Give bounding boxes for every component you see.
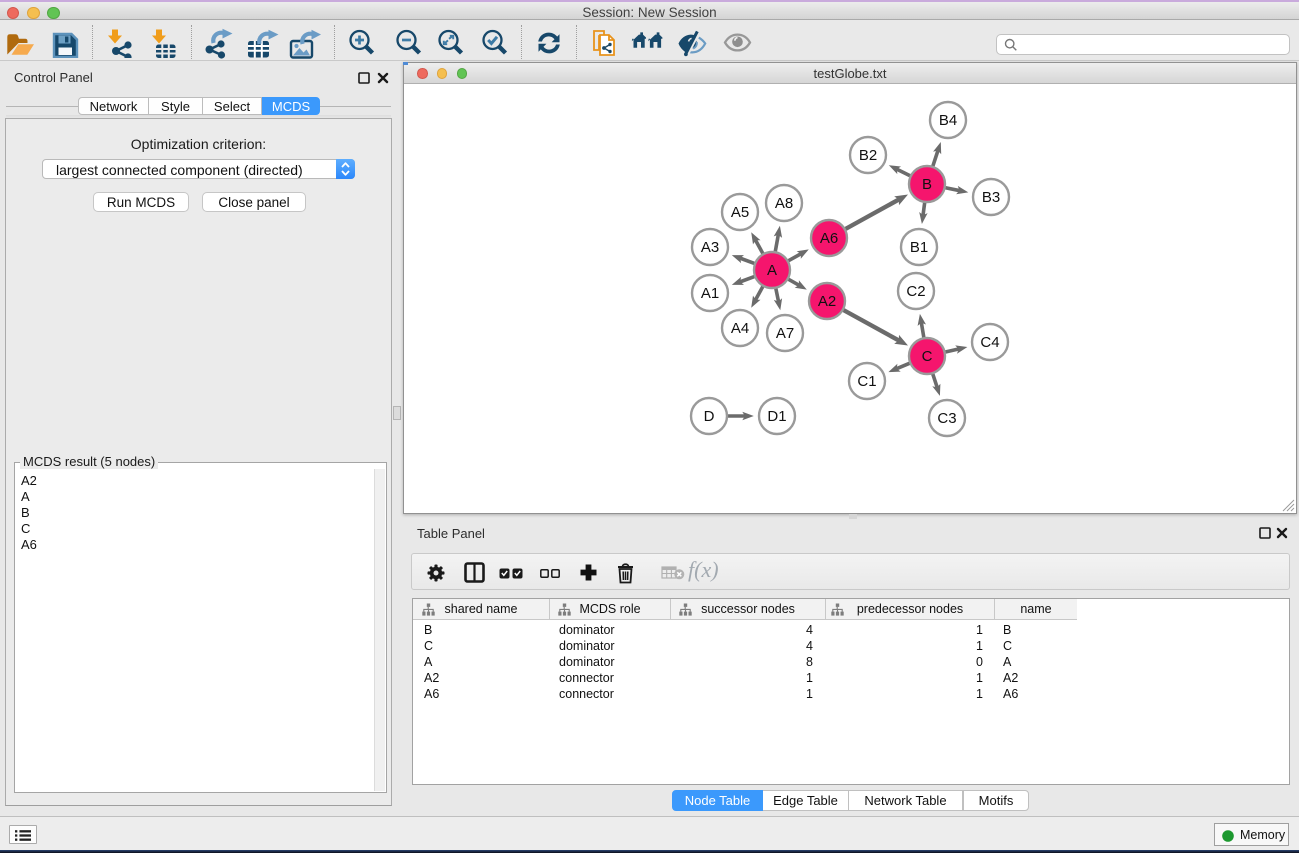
- svg-text:C2: C2: [906, 283, 925, 300]
- svg-text:A2: A2: [818, 293, 836, 310]
- svg-text:C: C: [922, 348, 933, 365]
- svg-text:C3: C3: [937, 410, 956, 427]
- svg-text:B2: B2: [859, 147, 877, 164]
- svg-text:C1: C1: [857, 373, 876, 390]
- svg-text:A8: A8: [775, 195, 793, 212]
- svg-text:C4: C4: [980, 334, 999, 351]
- svg-text:A: A: [767, 262, 777, 279]
- svg-text:A4: A4: [731, 320, 749, 337]
- svg-text:B1: B1: [910, 239, 928, 256]
- svg-text:D: D: [704, 408, 715, 425]
- svg-text:B: B: [922, 176, 932, 193]
- svg-text:A7: A7: [776, 325, 794, 342]
- svg-text:B4: B4: [939, 112, 957, 129]
- svg-text:A1: A1: [701, 285, 719, 302]
- svg-text:A5: A5: [731, 204, 749, 221]
- svg-text:B3: B3: [982, 189, 1000, 206]
- svg-text:D1: D1: [767, 408, 786, 425]
- svg-text:A3: A3: [701, 239, 719, 256]
- svg-text:A6: A6: [820, 230, 838, 247]
